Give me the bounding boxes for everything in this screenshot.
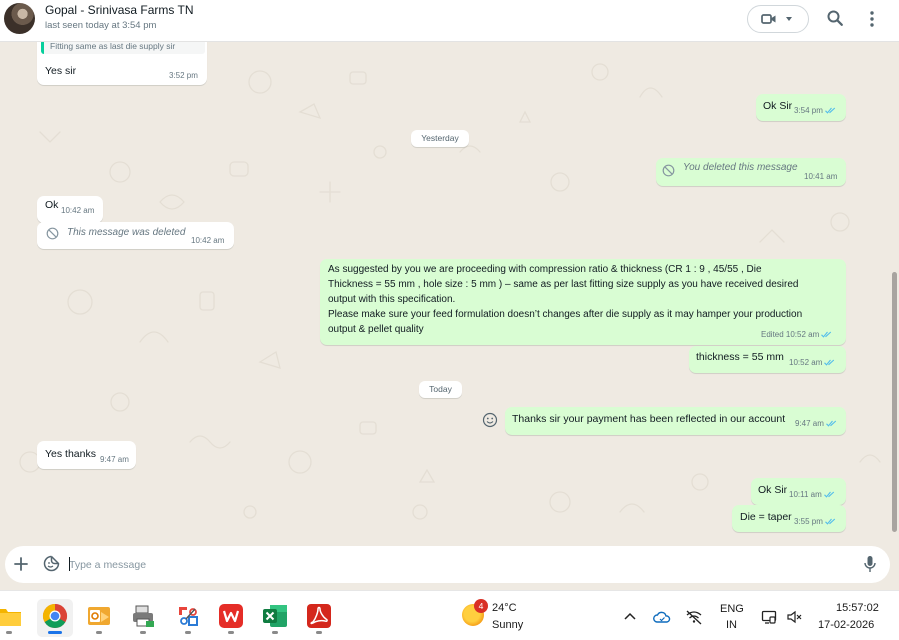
quoted-message[interactable]: Fitting same as last die supply sir [41,42,205,54]
message-time: Edited 10:52 am [761,330,832,339]
contact-avatar[interactable] [4,3,35,34]
message-time: 10:52 am [789,358,835,367]
message-text: This message was deleted [67,227,186,238]
message-line: Please make sure your feed formulation d… [328,309,803,320]
weather-notification-badge: 4 [474,599,488,613]
deleted-message-icon [46,227,59,240]
text-caret [69,557,70,571]
message-text: Ok [45,199,59,211]
running-indicator [185,631,191,634]
sticker-icon[interactable] [43,555,60,572]
message-time: 3:54 pm [794,106,836,115]
message-text: Thanks sir your payment has been reflect… [512,413,786,425]
video-camera-icon [761,14,776,24]
excel-icon[interactable] [262,603,288,629]
running-indicator [96,631,102,634]
outlook-icon[interactable] [86,603,112,629]
read-receipt-icon [823,491,834,498]
message-text: Ok Sir [763,100,793,112]
message-text: Die = taper [740,511,792,523]
message-text: thickness = 55 mm [696,351,784,363]
weather-temperature[interactable]: 24°C [492,602,517,614]
input-region[interactable]: IN [726,619,737,631]
read-receipt-icon [826,420,837,427]
acrobat-reader-icon[interactable] [306,603,332,629]
taskbar-clock[interactable]: 15:57:02 [836,602,879,614]
speaker-muted-icon[interactable] [786,609,802,625]
running-indicator [228,631,234,634]
contact-last-seen: last seen today at 3:54 pm [45,20,157,31]
video-call-button[interactable] [747,5,809,33]
message-time: 10:11 am [789,490,835,499]
message-input[interactable] [69,556,829,573]
message-line: As suggested by you we are proceeding wi… [328,264,762,275]
read-receipt-icon [825,518,836,525]
chrome-icon[interactable] [42,603,68,629]
microphone-icon[interactable] [864,555,876,573]
file-explorer-icon[interactable] [0,603,22,629]
chevron-down-icon [786,17,792,21]
message-line: Thickness = 55 mm , hole size : 5 mm ) –… [328,279,799,290]
message-time: 9:47 am [100,455,129,464]
message-time: 10:42 am [61,206,95,215]
message-time: 3:52 pm [169,71,198,80]
message-line: output with this specification. [328,294,456,305]
message-time: 10:42 am [191,236,225,245]
device-display-icon[interactable] [761,609,777,625]
network-offline-icon[interactable] [685,609,703,625]
running-indicator [316,631,322,634]
input-language[interactable]: ENG [720,603,744,615]
message-text: Yes sir [45,65,77,77]
message-time: 10:41 am [804,172,838,181]
message-line: output & pellet quality [328,324,424,335]
taskbar-date[interactable]: 17-02-2026 [818,619,874,631]
running-indicator [140,631,146,634]
attach-plus-icon[interactable] [14,557,28,571]
weather-condition[interactable]: Sunny [492,619,523,631]
deleted-message-icon [662,164,675,177]
date-chip-yesterday: Yesterday [411,130,469,147]
onedrive-cloud-icon[interactable] [653,609,671,625]
chat-header: Gopal - Srinivasa Farms TN last seen tod… [0,0,899,42]
snipping-tool-icon[interactable] [175,603,201,629]
chat-scrollbar-thumb[interactable] [892,272,897,532]
show-hidden-icons-chevron-icon[interactable] [622,609,638,625]
search-icon[interactable] [826,9,844,27]
message-text: Yes thanks [45,448,96,460]
read-receipt-icon [821,331,832,338]
running-indicator [272,631,278,634]
running-indicator-active [48,631,62,634]
message-list[interactable]: Fitting same as last die supply sir Yes … [0,42,899,542]
read-receipt-icon [825,107,836,114]
running-indicator [6,631,12,634]
message-text: Ok Sir [758,484,788,496]
date-chip-today: Today [419,381,462,398]
message-time: 9:47 am [795,419,837,428]
printer-app-icon[interactable] [130,603,156,629]
emoji-reaction-icon[interactable] [482,412,498,428]
wps-office-icon[interactable] [218,603,244,629]
contact-name[interactable]: Gopal - Srinivasa Farms TN [45,3,193,17]
message-text: You deleted this message [683,162,798,173]
more-options-icon[interactable] [866,9,878,29]
message-time: 3:55 pm [794,517,836,526]
read-receipt-icon [824,359,835,366]
